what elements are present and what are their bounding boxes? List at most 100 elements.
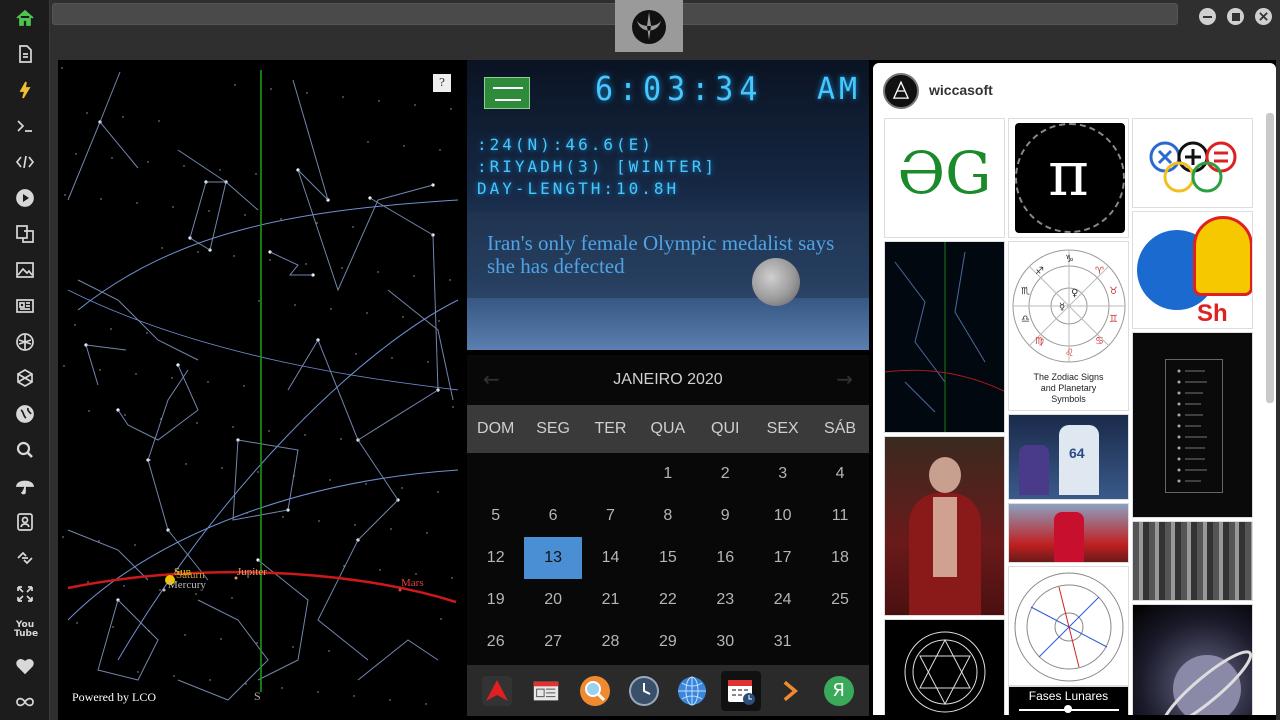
calendar-day-today[interactable]: 13	[524, 537, 582, 579]
calendar-day[interactable]: 27	[524, 621, 581, 663]
calendar-day[interactable]: 24	[754, 579, 811, 621]
calendar-day[interactable]: 29	[639, 621, 696, 663]
image-icon[interactable]	[12, 257, 38, 283]
search-icon[interactable]	[12, 437, 38, 463]
arrow-right-icon[interactable]: →	[836, 367, 853, 391]
star	[391, 357, 393, 359]
avatar[interactable]	[883, 73, 919, 109]
lightning-icon[interactable]	[12, 77, 38, 103]
star	[183, 165, 185, 167]
pin-crowd-photo[interactable]	[1132, 521, 1253, 601]
translate-icon[interactable]	[12, 221, 38, 247]
calendar-day[interactable]: 14	[582, 537, 639, 579]
calendar-day[interactable]: 23	[697, 579, 754, 621]
news-icon[interactable]	[12, 293, 38, 319]
pin-username[interactable]: wiccasoft	[929, 82, 993, 98]
newspaper-icon[interactable]	[526, 671, 566, 711]
youtube-icon[interactable]: You Tube	[12, 617, 38, 643]
calendar-day	[811, 621, 868, 663]
calendar-day[interactable]: 7	[582, 495, 639, 537]
calendar-day[interactable]: 17	[754, 537, 811, 579]
calendar-day[interactable]: 22	[639, 579, 696, 621]
pin-zodiac[interactable]: ♈ ♉ ♊ ♋ ♌ ♍ ♎ ♏ ♐ ♑ ☿ ♀ The Zodiac Signs and Planet…	[1008, 241, 1129, 411]
pin-natal-chart[interactable]	[1008, 566, 1129, 686]
arch-logo-icon[interactable]	[477, 671, 517, 711]
clock-icon[interactable]	[624, 671, 664, 711]
calendar-day[interactable]: 11	[811, 495, 868, 537]
pin-pi[interactable]: π	[1008, 118, 1129, 238]
calendar-day[interactable]: 3	[754, 453, 811, 495]
calendar-day[interactable]: 15	[639, 537, 696, 579]
star	[197, 251, 199, 253]
code-icon[interactable]	[12, 149, 38, 175]
calendar-day[interactable]: 28	[582, 621, 639, 663]
umbrella-icon[interactable]	[12, 473, 38, 499]
calendar-grid: 1 2 3 4 5 6 7 8 9 10 11 12 13 14 15 16 17 18 19 20 21 22 23 24 2…	[467, 453, 869, 663]
calendar-day[interactable]: 6	[524, 495, 581, 537]
calendar-icon[interactable]	[721, 670, 762, 711]
scrollbar[interactable]	[1266, 113, 1274, 403]
terminal-icon[interactable]	[12, 113, 38, 139]
star	[389, 699, 391, 701]
calendar-day[interactable]: 9	[697, 495, 754, 537]
calendar-day[interactable]: 25	[811, 579, 868, 621]
help-button[interactable]: ?	[433, 74, 451, 92]
play-icon[interactable]	[12, 185, 38, 211]
home-icon[interactable]	[12, 5, 38, 31]
calendar-day[interactable]: 30	[697, 621, 754, 663]
contacts-icon[interactable]	[12, 509, 38, 535]
star	[232, 426, 234, 428]
calendar-day[interactable]: 16	[697, 537, 754, 579]
pin-skymap[interactable]	[884, 241, 1005, 433]
calendar-day[interactable]: 5	[467, 495, 524, 537]
maximize-button[interactable]	[1227, 8, 1244, 25]
star	[401, 487, 403, 489]
calendar-day[interactable]: 20	[524, 579, 581, 621]
calendar-day[interactable]: 2	[697, 453, 754, 495]
calendar-day[interactable]: 12	[467, 537, 524, 579]
calendar-day[interactable]: 4	[811, 453, 868, 495]
calendar-day[interactable]: 26	[467, 621, 524, 663]
calendar-day[interactable]: 8	[639, 495, 696, 537]
hexagon-icon[interactable]	[12, 365, 38, 391]
calendar-day[interactable]: 31	[754, 621, 811, 663]
star	[149, 459, 151, 461]
pin-gg-logo[interactable]: ƏG	[884, 118, 1005, 238]
calendar-day[interactable]: 21	[582, 579, 639, 621]
calendar-day[interactable]: 10	[754, 495, 811, 537]
news-ticker[interactable]: Iran's only female Olympic medalist says…	[467, 212, 869, 298]
calendar-day[interactable]: 18	[811, 537, 868, 579]
infinity-icon[interactable]	[12, 689, 38, 715]
globe-icon[interactable]	[672, 671, 712, 711]
magnifier-icon[interactable]	[575, 671, 615, 711]
pin-magic-circle[interactable]	[884, 619, 1005, 715]
star	[231, 597, 233, 599]
star	[122, 116, 124, 118]
pin-planet-list[interactable]	[1132, 332, 1253, 518]
pin-saturn[interactable]	[1132, 604, 1253, 715]
minimize-button[interactable]	[1199, 8, 1216, 25]
calendar-day[interactable]: 1	[639, 453, 696, 495]
sky-map[interactable]: Sun Saturn Mercury Jupiter Mars S ? Powe…	[58, 60, 466, 716]
fullscreen-icon[interactable]	[12, 581, 38, 607]
close-button[interactable]	[1255, 8, 1272, 25]
rebel-logo-tab[interactable]	[615, 0, 683, 52]
globe-icon[interactable]	[12, 401, 38, 427]
pin-math-symbols[interactable]	[1132, 118, 1253, 208]
ya-icon[interactable]: Я	[819, 671, 859, 711]
link-icon[interactable]	[12, 545, 38, 571]
pinterest-panel: wiccasoft ƏG π ♈ ♉ ♊ ♋ ♌ ♍ ♎ ♏ ♐ ♑ ☿ ♀ T…	[873, 63, 1276, 715]
document-icon[interactable]	[12, 41, 38, 67]
weekday-header: QUI	[711, 420, 740, 437]
pin-fases-lunares[interactable]: Fases Lunares	[1008, 686, 1129, 715]
pin-football-1[interactable]: 64	[1008, 414, 1129, 500]
pin-shell-logo[interactable]: Sh	[1132, 211, 1253, 329]
pin-woman-portrait[interactable]	[884, 436, 1005, 616]
pin-football-2[interactable]	[1008, 503, 1129, 563]
star	[146, 332, 148, 334]
chevron-right-icon[interactable]	[770, 671, 810, 711]
heart-icon[interactable]	[12, 653, 38, 679]
calendar-day[interactable]: 19	[467, 579, 524, 621]
rebel-icon[interactable]	[12, 329, 38, 355]
calendar-week: 1234	[467, 453, 869, 495]
